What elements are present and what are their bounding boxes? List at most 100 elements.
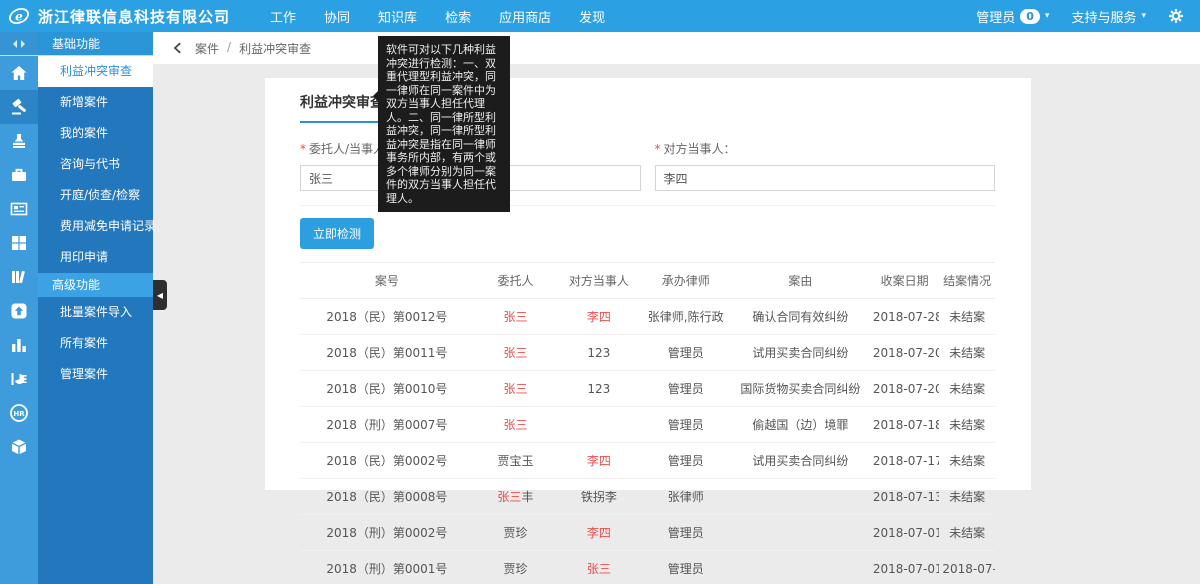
sidebar-icon-rail: HR [0,32,38,584]
table-cell: 铁拐李 [557,479,640,515]
menu-item-fee-waiver[interactable]: 费用减免申请记录 [38,211,153,242]
menu-item-all-cases[interactable]: 所有案件 [38,328,153,359]
table-cell: 贾珍 [474,515,557,551]
library-books-icon [10,268,28,286]
table-cell: 2018（民）第0008号 [300,479,474,515]
table-cell: 张律师 [641,479,731,515]
gear-icon[interactable] [1168,8,1184,24]
logo-e-icon: e [7,5,31,27]
rail-stamp[interactable] [0,124,38,158]
table-cell [731,551,870,584]
conflict-highlight: 张三 [503,382,527,396]
tooltip-text: 软件可对以下几种利益冲突进行检测：一、双重代理型利益冲突，同一律师在同一案件中为… [386,43,496,205]
table-row[interactable]: 2018（刑）第0002号贾珍李四管理员2018-07-01未结案 [300,515,995,551]
breadcrumb-section[interactable]: 案件 [195,40,219,57]
table-row[interactable]: 2018（民）第0008号张三丰铁拐李张律师 2018-07-13未结案 [300,479,995,515]
table-cell: 2018-07-20 [870,335,940,371]
rail-fee-waiver[interactable] [0,226,38,260]
id-card-icon [10,200,28,218]
opponent-input[interactable] [655,165,996,191]
rail-batch-import[interactable] [0,294,38,328]
table-cell: 2018-07-01 [870,515,940,551]
rail-collapse-toggle[interactable] [0,32,38,56]
sidebar-menu: 基础功能 利益冲突审查 新增案件 我的案件 咨询与代书 开庭/侦查/检察 费用减… [38,32,153,584]
table-row[interactable]: 2018（民）第0002号贾宝玉李四管理员试用买卖合同纠纷2018-07-17未… [300,443,995,479]
menu-item-manage-cases[interactable]: 管理案件 [38,359,153,390]
column-header: 案由 [731,263,870,299]
table-cell: 张三 [474,407,557,443]
table-cell: 未结案 [939,479,995,515]
breadcrumb-bar: 案件 / 利益冲突审查 [153,32,1200,64]
table-cell: 管理员 [641,551,731,584]
menu-item-conflict-check[interactable]: 利益冲突审查 [38,56,153,87]
table-cell: 2018-07-13 [939,551,995,584]
bar-chart-icon [10,336,28,354]
table-row[interactable]: 2018（刑）第0007号张三管理员偷越国（边）境罪2018-07-18未结案 [300,407,995,443]
table-cell: 张三丰 [474,479,557,515]
conflict-highlight: 李四 [587,310,611,324]
rail-reports[interactable] [0,362,38,396]
rail-statistics[interactable] [0,328,38,362]
menu-item-seal-request[interactable]: 用印申请 [38,242,153,273]
table-cell [731,479,870,515]
table-cell: 2018-07-13 [870,479,940,515]
menu-item-hearing[interactable]: 开庭/侦查/检察 [38,180,153,211]
table-cell: 未结案 [939,443,995,479]
conflict-results-table: 案号委托人对方当事人承办律师案由收案日期结案情况 2018（民）第0012号张三… [300,262,995,584]
table-row[interactable]: 2018（民）第0011号张三123管理员试用买卖合同纠纷2018-07-20未… [300,335,995,371]
rail-modules[interactable] [0,430,38,464]
table-cell: 2018（刑）第0002号 [300,515,474,551]
rail-consult[interactable] [0,158,38,192]
chevron-down-icon: ▾ [1141,11,1146,21]
menu-item-new-case[interactable]: 新增案件 [38,87,153,118]
user-menu[interactable]: 管理员 0 ▾ [976,7,1049,26]
opponent-field-label: *对方当事人： [655,142,736,156]
menu-header-advanced: 高级功能 [38,273,153,297]
hr-badge-icon: HR [9,403,29,423]
table-cell: 管理员 [641,515,731,551]
menu-collapse-handle[interactable]: ◀ [153,280,167,310]
collapse-arrows-icon [11,39,27,49]
menu-item-consulting[interactable]: 咨询与代书 [38,149,153,180]
notification-count-badge: 0 [1020,9,1040,24]
table-cell: 管理员 [641,407,731,443]
rail-seal-request[interactable] [0,260,38,294]
rail-hearing[interactable] [0,192,38,226]
top-menu-collab[interactable]: 协同 [324,7,350,26]
panel-tab-title[interactable]: 利益冲突审查 [300,92,384,112]
back-chevron-icon[interactable] [171,41,185,55]
table-cell: 李四 [557,443,640,479]
support-menu[interactable]: 支持与服务 ▾ [1071,7,1146,26]
chevron-down-icon: ▾ [1045,11,1050,21]
svg-text:e: e [15,10,23,24]
top-menu-knowledge[interactable]: 知识库 [378,7,417,26]
brand-logo[interactable]: e [0,5,38,27]
menu-item-my-cases[interactable]: 我的案件 [38,118,153,149]
top-menu-work[interactable]: 工作 [270,7,296,26]
table-cell: 123 [557,371,640,407]
required-mark: * [300,142,306,156]
column-header: 承办律师 [641,263,731,299]
check-now-button[interactable]: 立即检测 [300,218,374,249]
conflict-highlight: 张三 [587,562,611,576]
top-menu-discover[interactable]: 发现 [579,7,605,26]
rail-cases[interactable] [0,90,38,124]
table-cell: 2018（刑）第0007号 [300,407,474,443]
table-cell: 2018（民）第0011号 [300,335,474,371]
top-menu-appstore[interactable]: 应用商店 [499,7,551,26]
table-cell: 123 [557,335,640,371]
chevron-left-icon: ◀ [157,291,163,300]
top-menu-search[interactable]: 检索 [445,7,471,26]
pie-report-icon [10,370,28,388]
rail-home[interactable] [0,56,38,90]
table-row[interactable]: 2018（民）第0012号张三李四张律师,陈行政确认合同有效纠纷2018-07-… [300,299,995,335]
table-cell: 偷越国（边）境罪 [731,407,870,443]
menu-item-batch-import[interactable]: 批量案件导入 [38,297,153,328]
table-cell: 李四 [557,299,640,335]
opponent-field-group: *对方当事人： [655,138,996,191]
table-row[interactable]: 2018（民）第0010号张三123管理员国际货物买卖合同纠纷2018-07-2… [300,371,995,407]
table-cell: 国际货物买卖合同纠纷 [731,371,870,407]
rail-hr[interactable]: HR [0,396,38,430]
table-row[interactable]: 2018（刑）第0001号贾珍张三管理员2018-07-012018-07-13 [300,551,995,584]
company-name: 浙江律联信息科技有限公司 [38,6,230,27]
